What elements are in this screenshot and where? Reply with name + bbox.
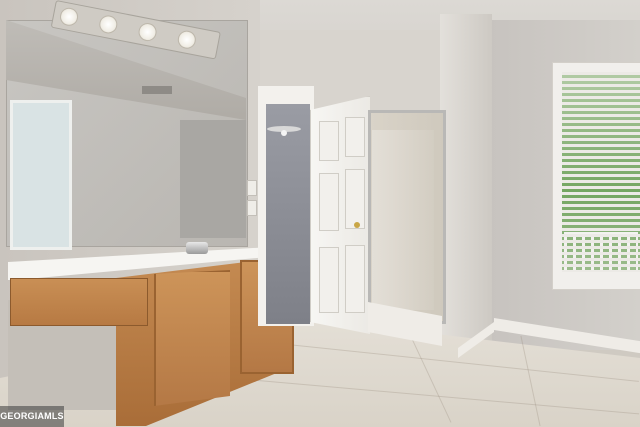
wall-outlet (247, 200, 257, 216)
light-bulb (58, 6, 80, 28)
light-bulb (97, 13, 119, 35)
cabinet-door (154, 270, 230, 406)
mirror-reflection-wall (180, 120, 246, 238)
wall-outlet (247, 180, 257, 196)
ceiling-fan-icon (267, 126, 301, 136)
wall-pillar (440, 14, 492, 364)
light-bulb (137, 21, 159, 43)
window-blinds (562, 72, 640, 272)
door-panel (345, 117, 365, 157)
bathroom-photo: GEORGIAMLS (0, 0, 640, 427)
door-knob (354, 222, 360, 228)
georgiamls-watermark: GEORGIAMLS (0, 406, 64, 427)
mirror-reflection-door (10, 100, 72, 250)
door-panel (319, 173, 339, 231)
mirror-reflection-vent (142, 86, 172, 94)
vanity-drawer (10, 278, 148, 326)
door-panel (319, 121, 339, 161)
light-bulb (176, 29, 198, 51)
shower-glass-door (372, 130, 434, 310)
door-panel (345, 169, 365, 229)
sink-faucet (186, 242, 208, 254)
bathroom-door (310, 96, 370, 334)
door-panel (345, 245, 365, 313)
door-panel (319, 247, 339, 313)
